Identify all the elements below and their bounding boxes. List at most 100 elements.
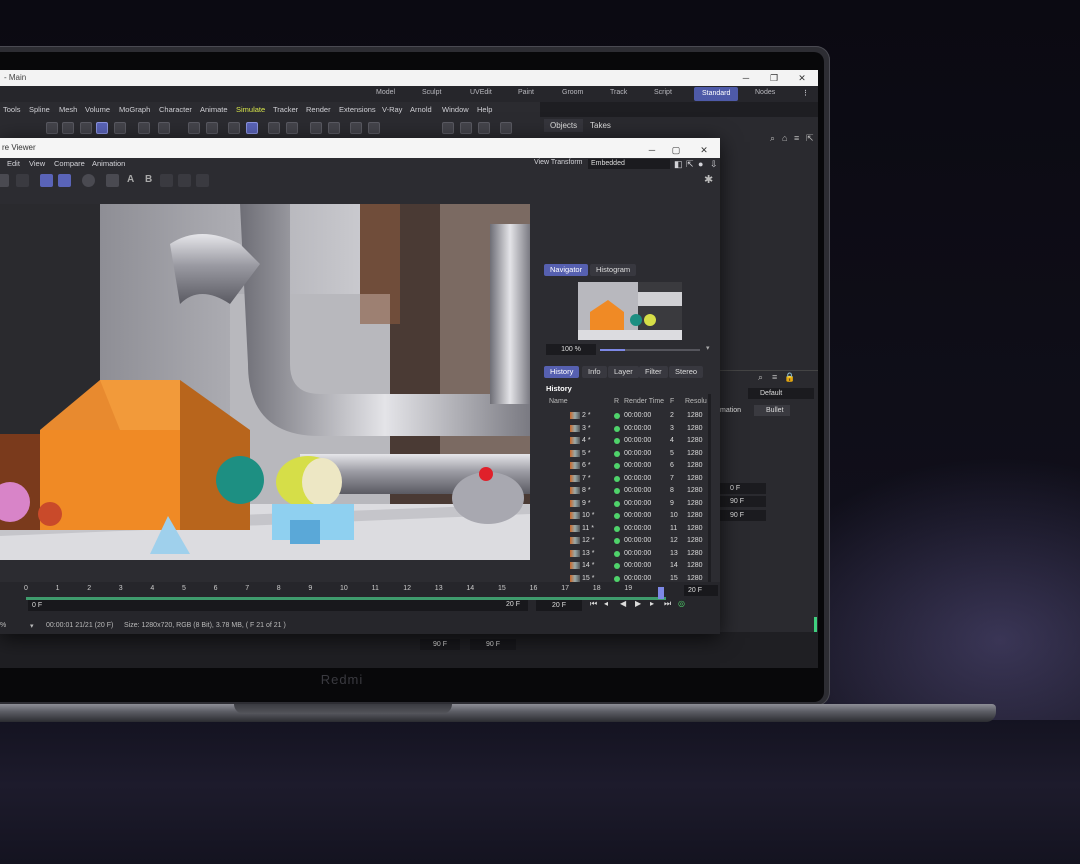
play-backward-icon[interactable]: ◀ [620,599,626,608]
animation-tag[interactable]: mation [718,405,746,416]
region-icon[interactable] [40,174,53,187]
bottom-frame-1[interactable]: 90 F [420,639,460,650]
swap-icon[interactable] [160,174,173,187]
render-settings-icon[interactable] [478,122,490,134]
column-r[interactable]: R [614,398,619,405]
viewer-maximize-icon[interactable]: ▢ [666,140,686,156]
menu-arnold[interactable]: Arnold [410,105,432,114]
axis-icon[interactable] [138,122,150,134]
layout-paint[interactable]: Paint [518,89,534,96]
network-icon[interactable]: ✱ [704,173,713,186]
menu-animate[interactable]: Animate [200,105,228,114]
column-name[interactable]: Name [549,398,568,405]
external-icon[interactable]: ⇱ [686,159,694,170]
step-back-icon[interactable]: ◂ [604,599,608,608]
download-icon[interactable]: ⇩ [710,159,718,170]
layout-standard[interactable]: Standard [694,87,739,101]
viewer-menu-edit[interactable]: Edit [7,159,20,168]
close-icon[interactable]: ✕ [792,70,812,86]
go-to-end-icon[interactable]: ⏭ [664,599,671,609]
attr-field-3[interactable]: 90 F [718,510,766,521]
zoom-dropdown-icon[interactable]: ▾ [706,344,710,352]
zoom-field[interactable]: 100 % [546,344,596,355]
more-options-icon[interactable]: ⋮ [802,89,809,97]
filter-icon[interactable]: ≡ [794,133,799,143]
compare-a-button[interactable]: A [127,174,134,185]
tab-takes[interactable]: Takes [584,119,617,132]
status-dropdown-icon[interactable]: ▾ [30,622,34,630]
history-row[interactable]: 4 * 00:00:00 4 1280 [546,435,708,447]
grid-active-icon[interactable] [246,122,258,134]
history-row[interactable]: 9 * 00:00:00 9 1280 [546,498,708,510]
refresh-icon[interactable] [500,122,512,134]
history-row[interactable]: 6 * 00:00:00 6 1280 [546,460,708,472]
fit-icon[interactable] [58,174,71,187]
maximize-icon[interactable]: ❐ [764,70,784,86]
menu-character[interactable]: Character [159,105,192,114]
save-icon[interactable] [0,174,9,187]
compare-icon[interactable] [106,174,119,187]
tab-layer[interactable]: Layer [608,366,639,378]
step-forward-icon[interactable]: ▸ [650,599,654,608]
layout-model[interactable]: Model [376,89,395,96]
compare-b-button[interactable]: B [145,174,152,185]
current-frame-field[interactable]: 20 F [684,585,718,596]
target-icon[interactable] [286,122,298,134]
layout-groom[interactable]: Groom [562,89,583,96]
magnet-icon[interactable] [188,122,200,134]
history-row[interactable]: 11 * 00:00:00 11 1280 [546,523,708,535]
layout-nodes[interactable]: Nodes [755,89,775,96]
menu-volume[interactable]: Volume [85,105,110,114]
sphere-icon[interactable]: ● [698,159,703,169]
menu-mesh[interactable]: Mesh [59,105,77,114]
go-to-start-icon[interactable]: ⏮ [590,599,597,609]
tab-filter[interactable]: Filter [639,366,668,378]
polygon-mode-icon[interactable] [96,122,108,134]
play-icon[interactable]: ▶ [635,599,641,608]
home-icon[interactable]: ⌂ [782,133,787,143]
viewer-menu-compare[interactable]: Compare [54,159,85,168]
wipe-icon[interactable] [196,174,209,187]
start-frame-field[interactable]: 0 F [28,600,528,611]
zoom-slider[interactable] [600,349,700,351]
arnold-icon[interactable] [368,122,380,134]
history-row[interactable]: 14 * 00:00:00 14 1280 [546,560,708,572]
layout-uvedit[interactable]: UVEdit [470,89,492,96]
menu-render[interactable]: Render [306,105,331,114]
bottom-frame-2[interactable]: 90 F [470,639,516,650]
expand-icon[interactable]: ⇱ [806,133,814,144]
history-row[interactable]: 10 * 00:00:00 10 1280 [546,510,708,522]
loop-icon[interactable]: ◎ [678,599,685,608]
preset-dropdown[interactable]: Default [748,388,814,399]
minimize-icon[interactable]: ─ [736,70,756,86]
search-icon[interactable]: ⌕ [770,133,775,144]
settings-icon[interactable] [328,122,340,134]
overlay-icon[interactable] [178,174,191,187]
clapper-icon[interactable] [442,122,454,134]
attr-field-1[interactable]: 0 F [718,483,766,494]
history-row[interactable]: 2 * 00:00:00 2 1280 [546,410,708,422]
layout-track[interactable]: Track [610,89,627,96]
hexagon-icon[interactable] [350,122,362,134]
snap-icon[interactable] [158,122,170,134]
history-row[interactable]: 8 * 00:00:00 8 1280 [546,485,708,497]
history-row[interactable]: 13 * 00:00:00 13 1280 [546,548,708,560]
settings-gear-icon[interactable] [16,174,29,187]
viewer-menu-view[interactable]: View [29,159,45,168]
history-row[interactable]: 7 * 00:00:00 7 1280 [546,473,708,485]
menu-window[interactable]: Window [442,105,469,114]
menu-vray[interactable]: V-Ray [382,105,402,114]
history-row[interactable]: 3 * 00:00:00 3 1280 [546,423,708,435]
menu-spline[interactable]: Spline [29,105,50,114]
tab-info[interactable]: Info [582,366,607,378]
menu-extensions[interactable]: Extensions [339,105,376,114]
butterfly-icon[interactable] [310,122,322,134]
tab-histogram[interactable]: Histogram [590,264,637,276]
history-row[interactable]: 12 * 00:00:00 12 1280 [546,535,708,547]
viewer-minimize-icon[interactable]: ─ [642,140,662,156]
view-transform-select[interactable]: Embedded [588,159,670,169]
layout-sculpt[interactable]: Sculpt [422,89,441,96]
menu-tracker[interactable]: Tracker [273,105,298,114]
menu-tools[interactable]: Tools [3,105,21,114]
gear-icon[interactable] [206,122,218,134]
